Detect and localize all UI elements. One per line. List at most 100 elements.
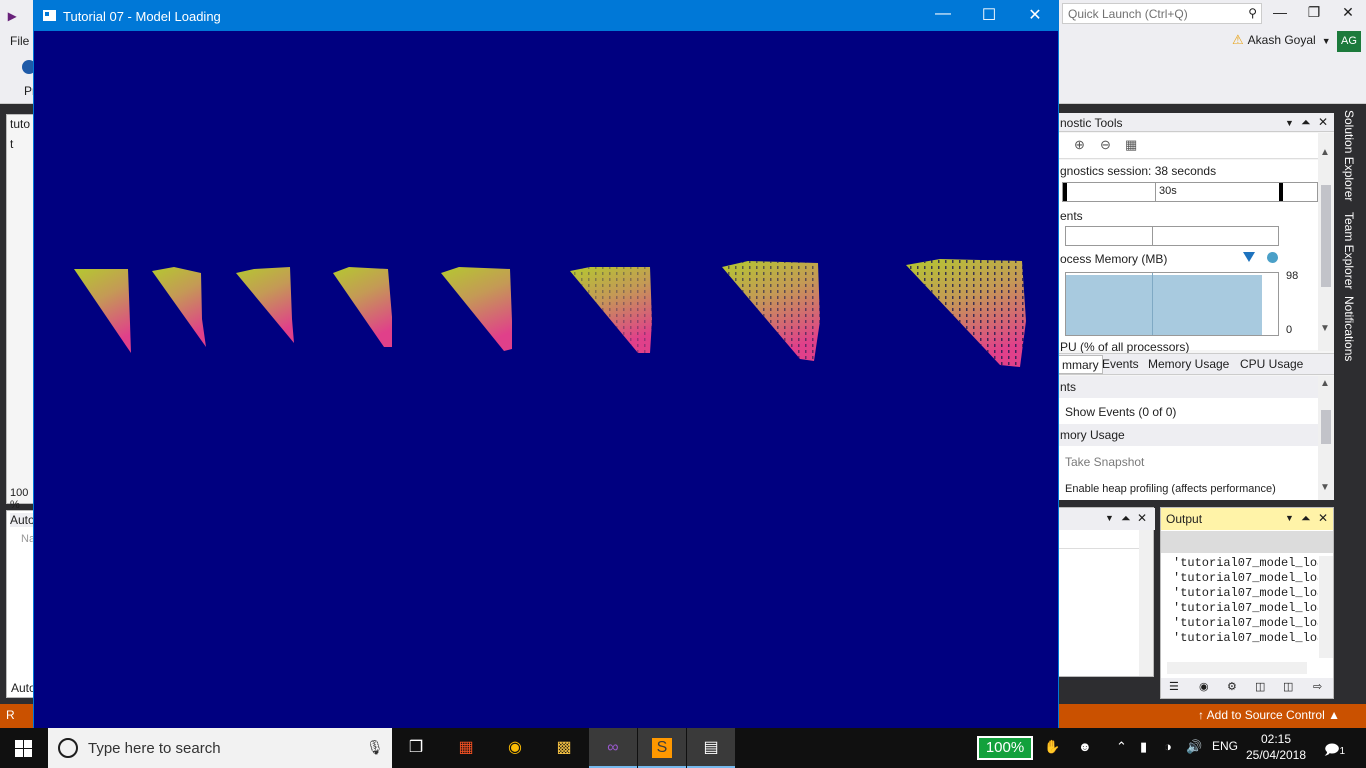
timeline-start-handle[interactable] xyxy=(1063,183,1067,201)
tab-solution-explorer[interactable]: Solution Explorer xyxy=(1342,110,1356,201)
microphone-icon[interactable]: 🎙 xyxy=(366,739,384,756)
touch-icon[interactable]: ✋ xyxy=(1044,739,1060,755)
tab-notifications[interactable]: Notifications xyxy=(1342,296,1356,361)
output-source-bar[interactable] xyxy=(1161,531,1333,553)
autos-bottom-tab[interactable]: Auto xyxy=(11,681,36,695)
chrome-app[interactable]: ◉ xyxy=(491,728,539,768)
zoom-indicator[interactable]: 100% xyxy=(977,736,1033,760)
output-text[interactable]: 'tutorial07_model_loa 'tutorial07_model_… xyxy=(1173,556,1318,646)
add-to-source-control[interactable]: ↑ Add to Source Control ▲ xyxy=(1198,708,1340,722)
chrome-icon: ◉ xyxy=(508,739,522,756)
language-indicator[interactable]: ENG xyxy=(1212,739,1238,753)
pin-icon[interactable]: ⏶ xyxy=(1301,115,1311,130)
left-panel-zoom[interactable]: 100 % xyxy=(10,487,35,511)
avatar[interactable]: AG xyxy=(1337,31,1361,53)
tab-events[interactable]: Events xyxy=(1099,357,1142,371)
task-view-button[interactable]: ❒ xyxy=(392,728,440,768)
render-canvas[interactable] xyxy=(34,31,1058,728)
close-icon[interactable]: ✕ xyxy=(1318,115,1328,129)
battery-icon[interactable]: ▮ xyxy=(1140,739,1147,755)
events-graph-label: ents xyxy=(1060,209,1083,223)
dropdown-icon[interactable]: ▼ xyxy=(1105,513,1114,523)
clock[interactable]: 02:15 25/04/2018 xyxy=(1244,731,1308,763)
tab-memory-usage[interactable]: Memory Usage xyxy=(1145,357,1232,371)
search-placeholder: Type here to search xyxy=(88,740,221,757)
action-center-icon[interactable]: 🗩1 xyxy=(1324,739,1345,763)
vs-close-button[interactable]: ✕ xyxy=(1336,4,1360,21)
scroll-down-icon[interactable]: ▼ xyxy=(1320,323,1330,334)
autos-scrollbar[interactable] xyxy=(1139,530,1153,676)
timeline-end-handle[interactable] xyxy=(1279,183,1283,201)
start-button[interactable] xyxy=(0,728,48,768)
tab-cpu-usage[interactable]: CPU Usage xyxy=(1237,357,1306,371)
user-name: Akash Goyal xyxy=(1247,33,1316,47)
sublime-app[interactable]: S xyxy=(638,728,686,768)
tab-team-explorer[interactable]: Team Explorer xyxy=(1342,212,1356,289)
session-timeline[interactable]: 30s xyxy=(1062,182,1318,202)
close-icon[interactable]: ✕ xyxy=(1137,511,1147,525)
diagnostic-tabs: mmary Events Memory Usage CPU Usage xyxy=(1058,353,1334,375)
gl-window-title-bar[interactable]: Tutorial 07 - Model Loading — ☐ ✕ xyxy=(34,1,1058,31)
pin-icon[interactable]: ⏶ xyxy=(1301,511,1311,526)
windows-logo-icon xyxy=(15,740,23,748)
tab-summary[interactable]: mmary xyxy=(1058,355,1103,374)
scroll-thumb[interactable] xyxy=(1321,185,1331,287)
chart-settings-icon[interactable]: ▦ xyxy=(1125,137,1137,153)
output-horizontal-scrollbar[interactable] xyxy=(1167,662,1307,674)
dropdown-icon[interactable]: ▼ xyxy=(1285,513,1294,523)
scroll-thumb[interactable] xyxy=(1321,410,1331,444)
settings-icon[interactable]: ⚙ xyxy=(1227,680,1237,693)
minimize-button[interactable]: — xyxy=(928,5,958,27)
volume-icon[interactable]: 🔊 xyxy=(1186,739,1202,755)
vs-minimize-button[interactable]: — xyxy=(1268,4,1292,20)
zoom-in-icon[interactable]: ⊕ xyxy=(1074,137,1085,153)
left-panel-title[interactable]: tuto xyxy=(10,117,30,131)
summary-scrollbar[interactable]: ▲ ▼ xyxy=(1318,376,1334,500)
taskbar-search-input[interactable]: Type here to search 🎙 xyxy=(48,728,392,768)
dropdown-icon[interactable]: ▼ xyxy=(1285,118,1294,128)
diagnostic-scrollbar[interactable]: ▲ ▼ xyxy=(1318,133,1334,351)
store-app[interactable]: ▦ xyxy=(442,728,490,768)
warning-icon: ⚠ xyxy=(1232,32,1244,47)
diagnostic-tools-title: nostic Tools xyxy=(1060,116,1123,130)
output-panel: Output ▼ ⏶ ✕ 'tutorial07_model_loa 'tuto… xyxy=(1160,507,1334,699)
menu-file[interactable]: File xyxy=(10,34,29,48)
zoom-out-icon[interactable]: ⊖ xyxy=(1100,137,1111,153)
left-panel-tab[interactable]: t xyxy=(10,137,13,151)
close-button[interactable]: ✕ xyxy=(1020,5,1050,27)
heap-profiling-checkbox[interactable]: Enable heap profiling (affects performan… xyxy=(1065,483,1276,495)
model-shard xyxy=(441,267,512,351)
output-vertical-scrollbar[interactable] xyxy=(1319,556,1333,658)
show-events-link[interactable]: Show Events (0 of 0) xyxy=(1065,405,1176,419)
chevron-down-icon: ▼ xyxy=(1321,36,1331,46)
export-icon[interactable]: ⇨ xyxy=(1313,680,1322,693)
console-icon[interactable]: ◫ xyxy=(1255,680,1265,693)
scroll-up-icon[interactable]: ▲ xyxy=(1320,378,1330,389)
user-account[interactable]: ⚠ Akash Goyal ▼ xyxy=(1232,32,1331,52)
diagnostic-tools-panel: nostic Tools ▼ ⏶ ✕ ⊕ ⊖ ▦ gnostics sessio… xyxy=(1058,113,1334,500)
console-icon[interactable]: ◫ xyxy=(1283,680,1293,693)
pin-icon[interactable]: ⏶ xyxy=(1121,511,1131,526)
vs-restore-button[interactable]: ❐ xyxy=(1302,4,1326,21)
scroll-down-icon[interactable]: ▼ xyxy=(1320,482,1330,493)
close-icon[interactable]: ✕ xyxy=(1318,511,1328,525)
visual-studio-app[interactable]: ∞ xyxy=(589,728,637,768)
maximize-button[interactable]: ☐ xyxy=(974,5,1004,27)
take-snapshot-button[interactable]: Take Snapshot xyxy=(1065,455,1144,469)
output-line: 'tutorial07_model_loa xyxy=(1173,586,1318,600)
wifi-icon[interactable]: ◑ xyxy=(1164,739,1172,754)
visual-studio-icon: ∞ xyxy=(607,739,619,756)
people-icon[interactable]: ☻ xyxy=(1078,739,1092,754)
model-shard-texture xyxy=(722,261,820,361)
file-explorer-app[interactable]: ▩ xyxy=(540,728,588,768)
output-line: 'tutorial07_model_loa xyxy=(1173,571,1318,585)
left-document-panel: tuto t 100 % xyxy=(6,114,36,511)
search-icon: ⚲ xyxy=(1248,6,1257,20)
scroll-up-icon[interactable]: ▲ xyxy=(1320,147,1330,158)
chevron-up-icon[interactable]: ⌃ xyxy=(1116,739,1127,755)
quick-launch-input[interactable]: Quick Launch (Ctrl+Q) ⚲ xyxy=(1062,3,1262,24)
output-footer-toolbar: ☰ ◉ ⚙ ◫ ◫ ⇨ xyxy=(1161,678,1333,698)
debug-icon[interactable]: ◉ xyxy=(1199,680,1209,693)
list-icon[interactable]: ☰ xyxy=(1169,680,1179,693)
gl-window-app[interactable]: ▤ xyxy=(687,728,735,768)
